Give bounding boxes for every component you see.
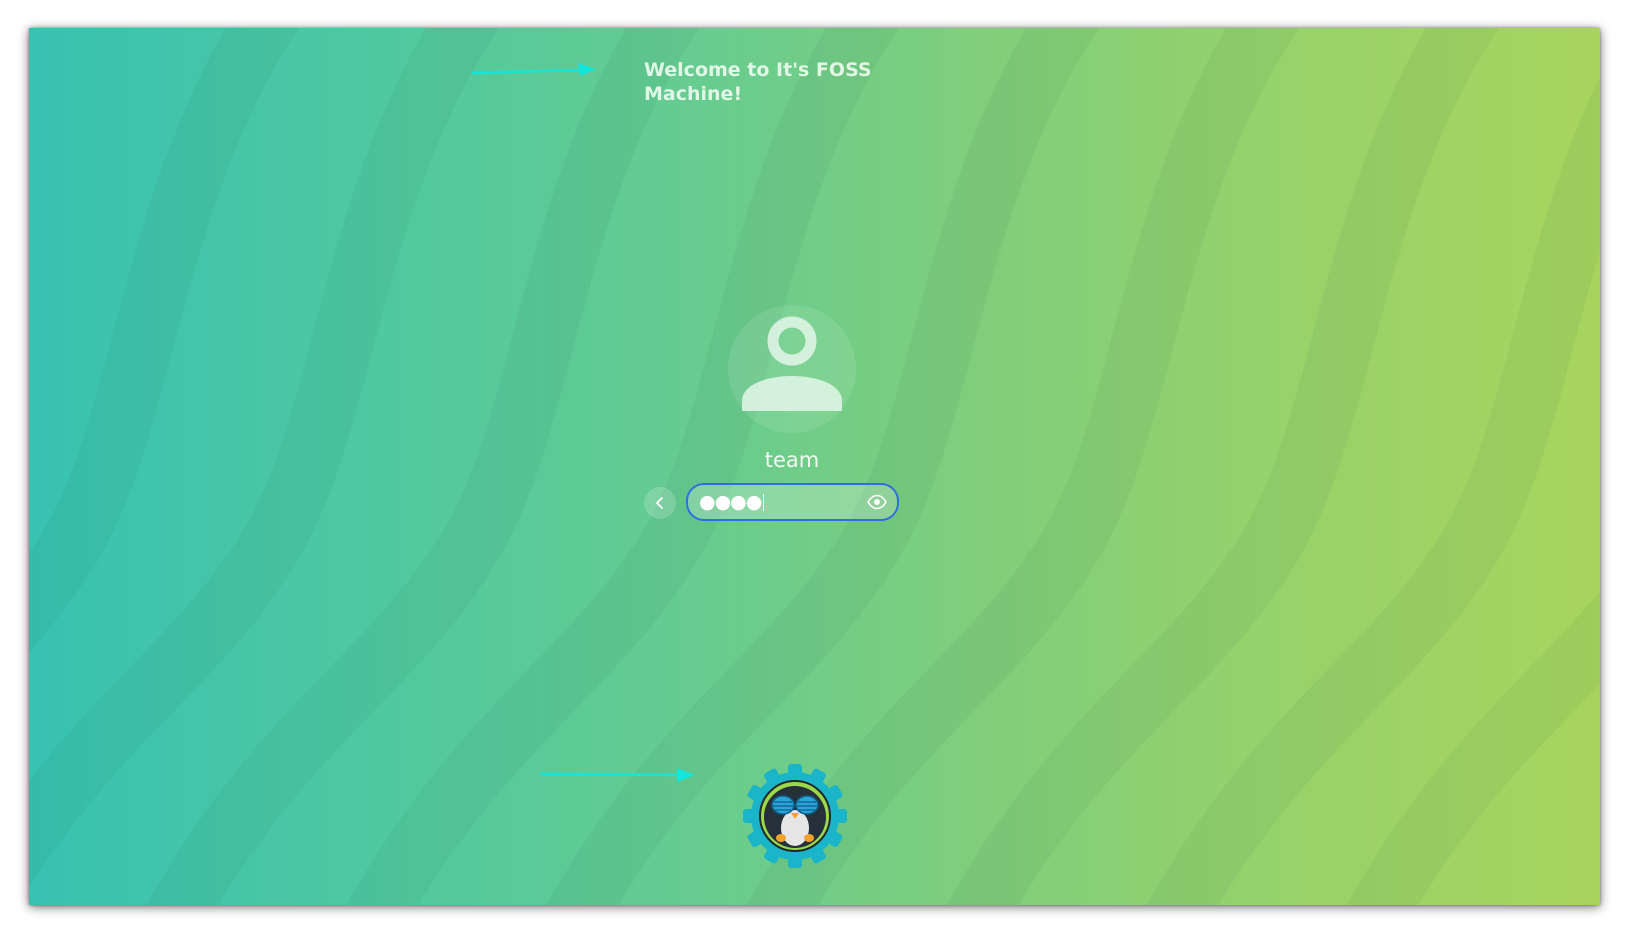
password-mask: ●●●● [699,485,765,519]
annotation-arrow-top [471,63,596,76]
chevron-left-icon [656,497,663,509]
password-input[interactable]: ●●●● [686,483,899,521]
tux-penguin-gear-logo [743,764,847,868]
back-button[interactable] [644,487,676,519]
annotation-arrow-bottom [539,768,695,782]
eye-icon[interactable] [866,492,888,512]
text-caret [763,494,765,511]
user-avatar-icon [742,316,842,411]
username-label: team [764,448,820,472]
user-avatar[interactable] [728,305,856,433]
login-screen: Welcome to It's FOSS Machine! team ●●●● [29,28,1600,905]
welcome-message: Welcome to It's FOSS Machine! [644,59,872,105]
